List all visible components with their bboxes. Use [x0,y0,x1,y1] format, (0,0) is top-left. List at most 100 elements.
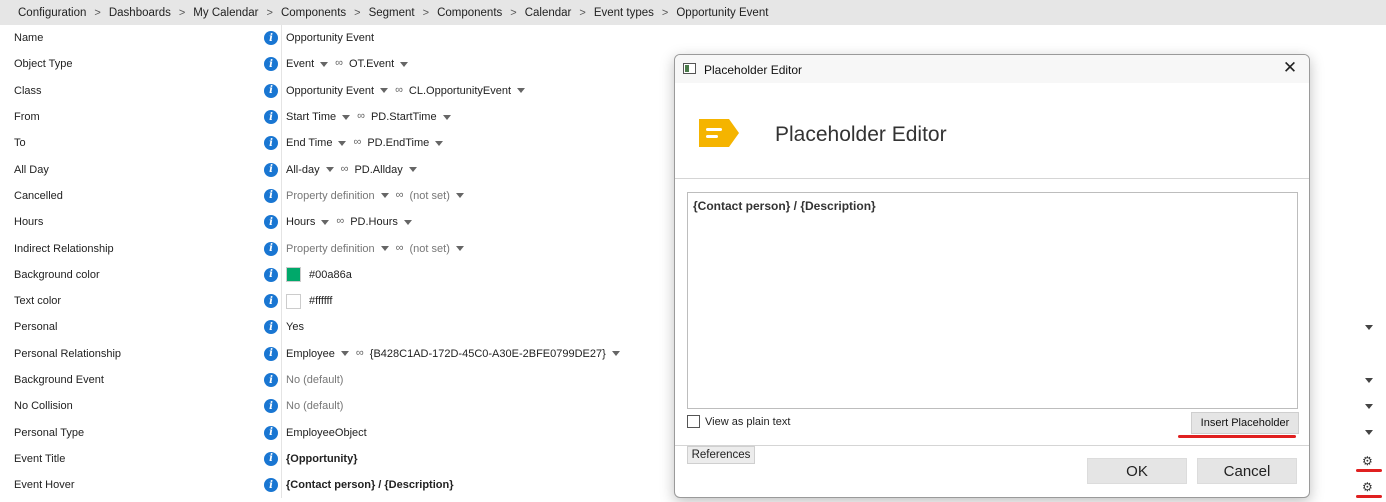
breadcrumb-separator: > [661,6,669,19]
chevron-down-icon[interactable] [1365,377,1373,383]
info-icon[interactable]: i [264,451,278,466]
breadcrumb-item[interactable]: Opportunity Event [676,7,768,19]
breadcrumb-item[interactable]: Segment [369,7,415,19]
property-label: No Collision [14,400,73,413]
chevron-down-icon[interactable] [342,114,351,120]
property-value[interactable]: Start Time ∞ PD.StartTime [286,110,458,124]
property-row: Name i Opportunity Event [0,25,1386,52]
property-value[interactable]: Property definition ∞ (not set) [286,189,471,202]
column-divider [281,340,282,367]
info-icon[interactable]: i [264,425,278,440]
property-label: From [14,111,40,124]
info-icon[interactable]: i [264,57,278,72]
cancel-button[interactable]: Cancel [1197,458,1297,484]
property-value[interactable]: Property definition ∞ (not set) [286,242,471,255]
property-value[interactable]: EmployeeObject [286,427,367,439]
info-icon[interactable]: i [264,346,278,361]
info-icon[interactable]: i [264,320,278,335]
column-divider [281,314,282,341]
placeholder-editor-dialog: Placeholder Editor ✕ Placeholder Editor … [674,54,1310,498]
info-icon[interactable]: i [264,241,278,256]
chevron-down-icon[interactable] [611,351,620,357]
chevron-down-icon[interactable] [320,61,329,67]
info-icon[interactable]: i [264,399,278,414]
chevron-down-icon[interactable] [435,140,444,146]
property-label: Cancelled [14,189,63,202]
property-value[interactable]: Opportunity Event [286,32,374,44]
event-hover-gear-icon[interactable]: ⚙ [1362,480,1373,494]
chevron-down-icon[interactable] [517,88,526,94]
chevron-down-icon[interactable] [403,219,412,225]
property-value[interactable]: All-day ∞ PD.Allday [286,163,424,176]
property-value[interactable]: Event ∞ OT.Event [286,57,415,70]
property-value[interactable]: {Opportunity} [286,453,358,465]
color-swatch[interactable] [286,293,301,309]
property-value[interactable]: End Time ∞ PD.EndTime [286,136,450,150]
chevron-down-icon[interactable] [380,193,389,199]
chevron-down-icon[interactable] [1365,324,1373,330]
breadcrumb-item[interactable]: Configuration [18,7,86,19]
placeholder-text-editor[interactable]: {Contact person} / {Description} [687,192,1298,409]
property-value-text: #00a86a [309,268,352,281]
chevron-down-icon[interactable] [442,114,451,120]
breadcrumb-item[interactable]: Dashboards [109,7,171,19]
chevron-down-icon[interactable] [1365,403,1373,409]
ok-button[interactable]: OK [1087,458,1187,484]
info-icon[interactable]: i [264,110,278,125]
column-divider [281,156,282,183]
property-value[interactable]: {Contact person} / {Description} [286,479,453,491]
chevron-down-icon[interactable] [340,351,349,357]
breadcrumb-item[interactable]: Components [437,7,502,19]
chevron-down-icon[interactable] [400,61,409,67]
info-icon[interactable]: i [264,31,278,46]
chevron-down-icon[interactable] [455,246,464,252]
chevron-down-icon[interactable] [1365,430,1373,436]
chevron-down-icon[interactable] [325,167,334,173]
property-value[interactable]: Employee ∞ {B428C1AD-172D-45C0-A30E-2BFE07… [286,347,627,360]
plain-text-checkbox[interactable] [687,415,700,428]
column-divider [281,235,282,262]
close-icon[interactable]: ✕ [1281,59,1299,77]
chevron-down-icon[interactable] [380,246,389,252]
chevron-down-icon[interactable] [380,88,389,94]
breadcrumb-item[interactable]: Calendar [525,7,572,19]
property-value-text: Opportunity Event [286,84,375,97]
breadcrumb-item[interactable]: Components [281,7,346,19]
window-icon [683,63,696,74]
info-icon[interactable]: i [264,215,278,230]
property-value[interactable]: Hours ∞ PD.Hours [286,215,419,228]
info-icon[interactable]: i [264,162,278,177]
property-value[interactable]: Opportunity Event ∞ CL.OpportunityEvent [286,84,532,97]
property-value[interactable]: #ffffff [286,293,332,309]
info-icon[interactable]: i [264,373,278,387]
property-value[interactable]: #00a86a [286,267,352,283]
color-swatch[interactable] [286,267,301,283]
info-icon[interactable]: i [264,478,278,493]
property-value[interactable]: No (default) [286,400,343,412]
property-value-text: Opportunity Event [286,32,375,45]
chevron-down-icon[interactable] [338,140,347,146]
property-value-text: End Time [286,137,333,150]
property-value[interactable]: No (default) [286,374,343,386]
info-icon[interactable]: i [264,188,278,203]
insert-placeholder-button[interactable]: Insert Placeholder [1191,412,1299,434]
info-icon[interactable]: i [264,294,278,309]
info-icon[interactable]: i [264,267,278,282]
breadcrumb-separator: > [510,6,517,19]
property-label: Event Hover [14,479,75,492]
chevron-down-icon[interactable] [321,219,330,225]
chevron-down-icon[interactable] [408,167,417,173]
property-value[interactable]: Yes [286,321,304,333]
info-icon[interactable]: i [264,83,278,98]
info-icon[interactable]: i [264,136,278,151]
property-value-text: Start Time [286,111,337,124]
property-label: Object Type [14,58,73,71]
property-value-text: Property definition [286,242,375,255]
breadcrumb-item[interactable]: My Calendar [193,7,258,19]
column-divider [281,472,282,499]
breadcrumb-item[interactable]: Event types [594,7,654,19]
column-divider [281,182,282,210]
chevron-down-icon[interactable] [455,193,464,199]
event-title-gear-icon[interactable]: ⚙ [1362,454,1373,468]
references-button[interactable]: References [687,446,755,464]
